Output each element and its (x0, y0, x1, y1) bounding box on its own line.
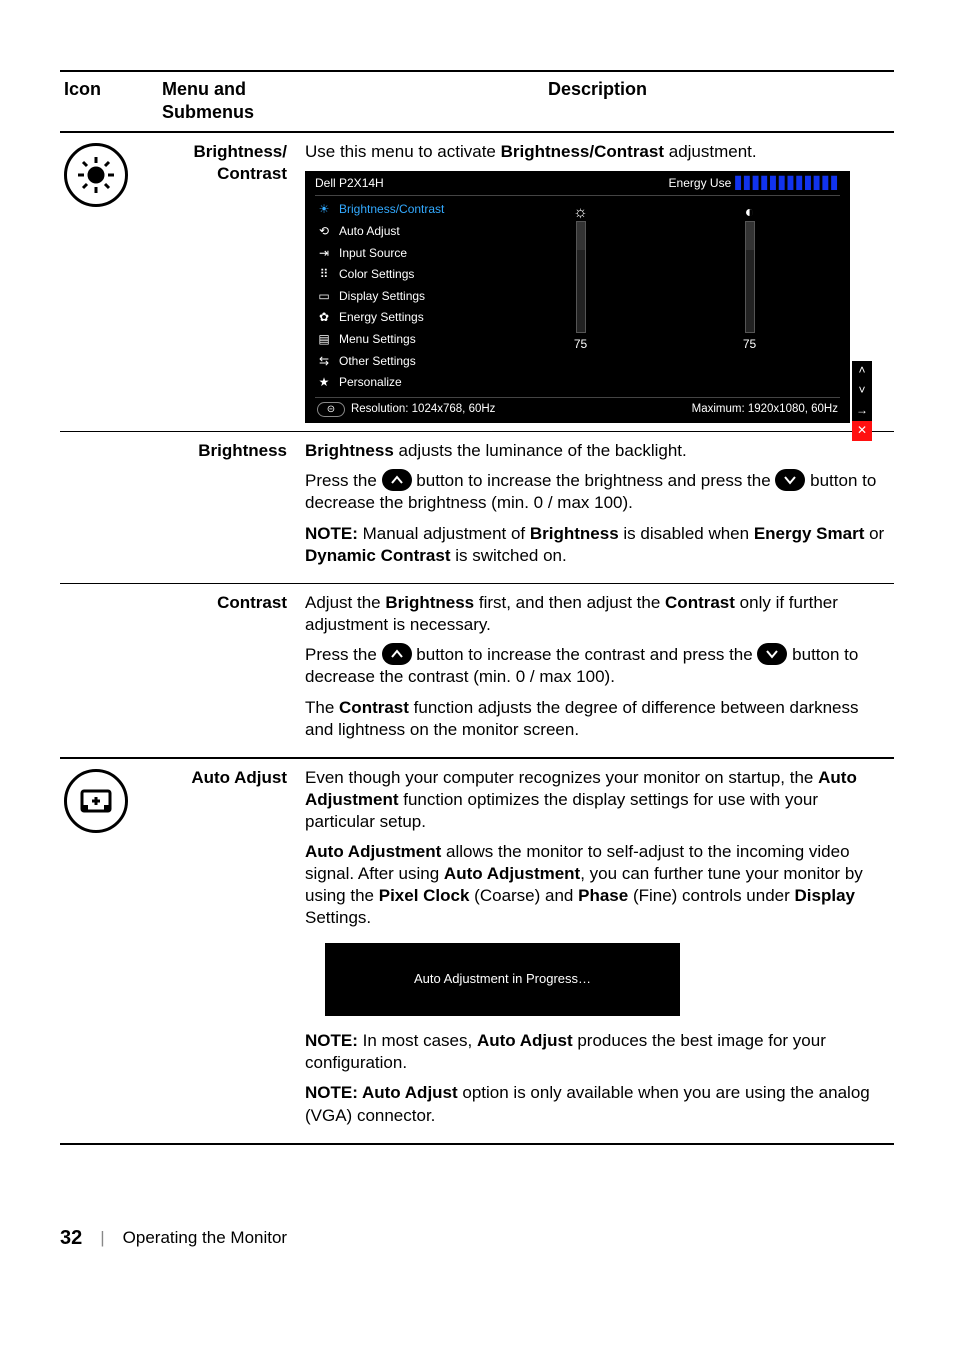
osd-item-other-settings[interactable]: ⇆Other Settings (315, 351, 490, 373)
osd-item-brightness-contrast[interactable]: ☀Brightness/Contrast (315, 199, 490, 221)
osd-item-personalize[interactable]: ★Personalize (315, 372, 490, 394)
auto-adjust-progress-box: Auto Adjustment in Progress… (325, 943, 680, 1016)
header-description: Description (301, 71, 894, 132)
submenu-brightness: Brightness (158, 431, 301, 583)
menu-brightness-contrast: Brightness/ Contrast (158, 132, 301, 432)
osd-item-color-settings[interactable]: ⠿Color Settings (315, 264, 490, 286)
page-footer: 32 | Operating the Monitor (60, 1225, 894, 1251)
brightness-contrast-intro: Use this menu to activate Brightness/Con… (305, 141, 890, 163)
header-menu: Menu and Submenus (158, 71, 301, 132)
osd-panel: Dell P2X14H Energy Use▋▋▋▋▋▋▋▋▋▋▋▋ ☀Brig… (305, 171, 850, 423)
down-button-icon (775, 469, 805, 491)
osd-enter-button[interactable]: → (852, 401, 872, 421)
brightness-desc-2: Press the button to increase the brightn… (305, 470, 890, 515)
osd-brightness-slider[interactable]: ☼ 75 (526, 203, 636, 393)
contrast-desc-1: Adjust the Brightness first, and then ad… (305, 592, 890, 636)
osd-item-display-settings[interactable]: ▭Display Settings (315, 286, 490, 308)
osd-resolution-max: Maximum: 1920x1080, 60Hz (692, 402, 838, 417)
brightness-contrast-icon (64, 143, 128, 207)
osd-model: Dell P2X14H (315, 176, 384, 192)
auto-adjust-note-2: NOTE: Auto Adjust option is only availab… (305, 1082, 890, 1126)
contrast-icon: ◐ (745, 203, 755, 221)
up-button-icon (382, 643, 412, 665)
auto-adjust-icon (64, 769, 128, 833)
submenu-contrast: Contrast (158, 583, 301, 757)
contrast-desc-2: Press the button to increase the contras… (305, 644, 890, 689)
osd-menu-list: ☀Brightness/Contrast ⟲Auto Adjust ⇥Input… (315, 199, 490, 393)
page-number: 32 (60, 1225, 82, 1251)
osd-contrast-slider[interactable]: ◐ 75 (695, 203, 805, 393)
brightness-value: 75 (574, 337, 587, 353)
osd-item-menu-settings[interactable]: ▤Menu Settings (315, 329, 490, 351)
menu-auto-adjust: Auto Adjust (158, 758, 301, 1144)
osd-resolution-current: ⊝ Resolution: 1024x768, 60Hz (317, 402, 495, 417)
down-button-icon (757, 643, 787, 665)
osd-close-button[interactable]: ✕ (852, 421, 872, 441)
up-button-icon (382, 469, 412, 491)
header-icon: Icon (60, 71, 158, 132)
osd-down-button[interactable]: ˅ (852, 381, 872, 401)
sun-icon: ☼ (573, 203, 588, 221)
section-title: Operating the Monitor (123, 1227, 287, 1249)
contrast-value: 75 (743, 337, 756, 353)
auto-adjust-desc-1: Even though your computer recognizes you… (305, 767, 890, 833)
osd-item-input-source[interactable]: ⇥Input Source (315, 243, 490, 265)
auto-adjust-desc-2: Auto Adjustment allows the monitor to se… (305, 841, 890, 929)
osd-description-table: Icon Menu and Submenus Description Brigh… (60, 70, 894, 1145)
osd-item-auto-adjust[interactable]: ⟲Auto Adjust (315, 221, 490, 243)
contrast-desc-3: The Contrast function adjusts the degree… (305, 697, 890, 741)
osd-up-button[interactable]: ˄ (852, 361, 872, 381)
brightness-desc-1: Brightness adjusts the luminance of the … (305, 440, 890, 462)
osd-item-energy-settings[interactable]: ✿Energy Settings (315, 307, 490, 329)
auto-adjust-note-1: NOTE: In most cases, Auto Adjust produce… (305, 1030, 890, 1074)
brightness-note: NOTE: Manual adjustment of Brightness is… (305, 523, 890, 567)
osd-energy-use: Energy Use▋▋▋▋▋▋▋▋▋▋▋▋ (669, 176, 840, 192)
